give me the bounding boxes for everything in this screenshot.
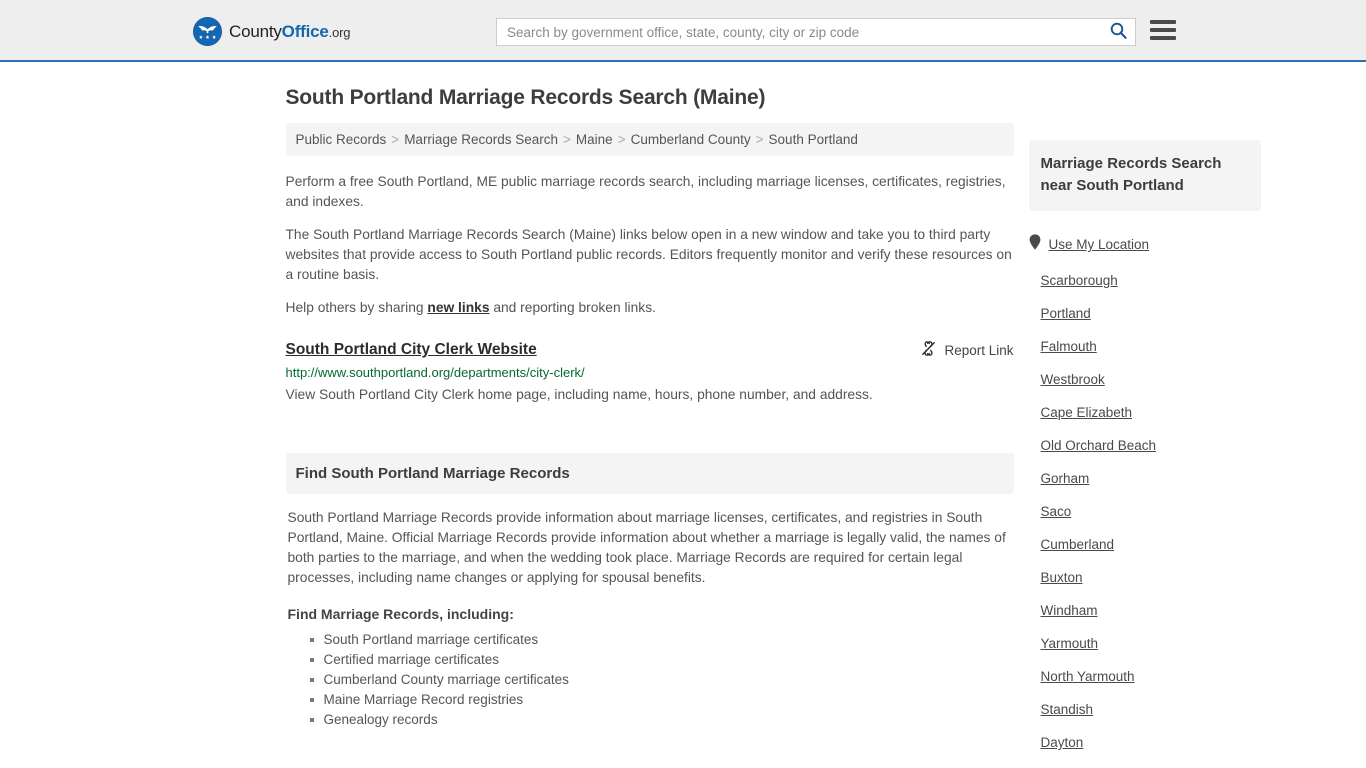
search-submit-button[interactable] (1101, 19, 1135, 45)
nearby-city-link-buxton[interactable]: Buxton (1041, 570, 1083, 585)
list-item[interactable]: Gorham (1029, 462, 1261, 495)
site-logo-link[interactable]: CountyOffice.org (193, 17, 350, 46)
breadcrumb: Public Records > Marriage Records Search > M… (285, 123, 1014, 156)
breadcrumb-separator: > (391, 132, 400, 147)
nearby-city-link-cumberland[interactable]: Cumberland (1041, 537, 1115, 552)
page-title: South Portland Marriage Records Search (… (285, 86, 766, 109)
result-entry: South Portland City Clerk Website Report… (286, 340, 1014, 405)
list-item[interactable]: North Yarmouth (1029, 660, 1261, 693)
nearby-city-link-windham[interactable]: Windham (1041, 603, 1098, 618)
list-item[interactable]: Westbrook (1029, 363, 1261, 396)
site-header: CountyOffice.org (0, 0, 1366, 62)
nearby-city-link-cape-elizabeth[interactable]: Cape Elizabeth (1041, 405, 1133, 420)
brand-word-county: County (229, 22, 282, 41)
map-pin-icon (1029, 234, 1041, 255)
list-item[interactable]: Old Orchard Beach (1029, 429, 1261, 462)
list-item[interactable]: Falmouth (1029, 330, 1261, 363)
breadcrumb-separator: > (617, 132, 626, 147)
report-link-button[interactable]: Report Link (920, 340, 1014, 360)
nearby-city-link-falmouth[interactable]: Falmouth (1041, 339, 1097, 354)
list-item[interactable]: Buxton (1029, 561, 1261, 594)
list-item[interactable]: Yarmouth (1029, 627, 1261, 660)
list-item[interactable]: Standish (1029, 693, 1261, 726)
list-item[interactable]: Dayton (1029, 726, 1261, 759)
list-item[interactable]: Saco (1029, 495, 1261, 528)
nearby-city-link-old-orchard-beach[interactable]: Old Orchard Beach (1041, 438, 1157, 453)
report-link-label: Report Link (944, 342, 1014, 358)
nearby-city-link-yarmouth[interactable]: Yarmouth (1041, 636, 1099, 651)
use-my-location-link[interactable]: Use My Location (1049, 237, 1150, 252)
section-paragraph: South Portland Marriage Records provide … (287, 510, 1006, 585)
search-box[interactable] (496, 18, 1136, 46)
sidebar-heading-box: Marriage Records Search near South Portl… (1028, 140, 1261, 211)
use-my-location-row[interactable]: Use My Location (1029, 225, 1261, 264)
new-links-link[interactable]: new links (427, 300, 489, 315)
main-column: South Portland Marriage Records Search (… (285, 62, 1014, 730)
share-links-paragraph: Help others by sharing new links and rep… (286, 298, 1014, 318)
record-types-list: South Portland marriage certificates Cer… (288, 630, 1012, 730)
broken-link-icon (920, 340, 937, 360)
breadcrumb-separator: > (563, 132, 571, 147)
list-item[interactable]: Portland (1029, 297, 1261, 330)
hamburger-bar (1150, 36, 1176, 40)
nearby-city-link-north-yarmouth[interactable]: North Yarmouth (1041, 669, 1135, 684)
content-wrapper: South Portland Marriage Records Search (… (91, 62, 1276, 759)
hamburger-menu-icon[interactable] (1150, 19, 1176, 41)
result-title-link[interactable]: South Portland City Clerk Website (286, 341, 537, 359)
search-input[interactable] (497, 19, 1101, 45)
breadcrumb-separator: > (755, 132, 764, 147)
list-item[interactable]: Cumberland (1029, 528, 1261, 561)
list-item: Certified marriage certificates (309, 650, 1012, 670)
search-icon (1110, 22, 1127, 42)
result-description: View South Portland City Clerk home page… (285, 387, 873, 402)
brand-word-org: .org (328, 25, 351, 40)
hamburger-bar (1150, 20, 1176, 24)
section-body: South Portland Marriage Records provide … (286, 494, 1014, 730)
list-item[interactable]: Windham (1029, 594, 1261, 627)
hamburger-bar (1150, 28, 1176, 32)
nearby-city-link-westbrook[interactable]: Westbrook (1041, 372, 1105, 387)
list-item: South Portland marriage certificates (309, 630, 1012, 650)
nearby-city-link-scarborough[interactable]: Scarborough (1041, 273, 1118, 288)
nearby-cities-list: Use My Location Scarborough Portland Fal… (1029, 225, 1261, 759)
breadcrumb-item-cumberland-county[interactable]: Cumberland County (631, 132, 751, 147)
list-item: Genealogy records (309, 710, 1012, 730)
site-logo-text: CountyOffice.org (229, 23, 350, 40)
list-item[interactable]: Cape Elizabeth (1029, 396, 1261, 429)
sidebar-heading: Marriage Records Search near South Portl… (1040, 155, 1222, 194)
page-body: South Portland Marriage Records Search (… (0, 62, 1366, 759)
section-list-heading: Find Marriage Records, including: (287, 606, 514, 622)
share-text-after: and reporting broken links. (489, 300, 656, 315)
nearby-city-link-saco[interactable]: Saco (1041, 504, 1072, 519)
nearby-city-link-standish[interactable]: Standish (1041, 702, 1094, 717)
result-title-row: South Portland City Clerk Website Report… (286, 340, 1014, 360)
nearby-city-link-gorham[interactable]: Gorham (1041, 471, 1090, 486)
brand-word-office: Office (281, 22, 329, 41)
sidebar: Marriage Records Search near South Portl… (1028, 62, 1261, 759)
share-text-before: Help others by sharing (285, 300, 428, 315)
list-item: Maine Marriage Record registries (309, 690, 1012, 710)
intro-paragraph-2: The South Portland Marriage Records Sear… (285, 227, 1012, 282)
intro-paragraph-1: Perform a free South Portland, ME public… (285, 174, 1006, 209)
result-url: http://www.southportland.org/departments… (285, 365, 585, 380)
breadcrumb-item-south-portland[interactable]: South Portland (769, 132, 858, 147)
list-item[interactable]: Scarborough (1029, 264, 1261, 297)
section-heading: Find South Portland Marriage Records (285, 453, 1014, 494)
header-inner: CountyOffice.org (0, 0, 1366, 60)
two-column-layout: South Portland Marriage Records Search (… (285, 62, 1276, 759)
breadcrumb-item-marriage-records-search[interactable]: Marriage Records Search (404, 132, 558, 147)
nearby-city-link-portland[interactable]: Portland (1041, 306, 1091, 321)
eagle-stars-logo-icon (193, 17, 222, 46)
nearby-city-link-dayton[interactable]: Dayton (1041, 735, 1084, 750)
breadcrumb-item-maine[interactable]: Maine (576, 132, 613, 147)
breadcrumb-item-public-records[interactable]: Public Records (296, 132, 387, 147)
list-item: Cumberland County marriage certificates (309, 670, 1012, 690)
